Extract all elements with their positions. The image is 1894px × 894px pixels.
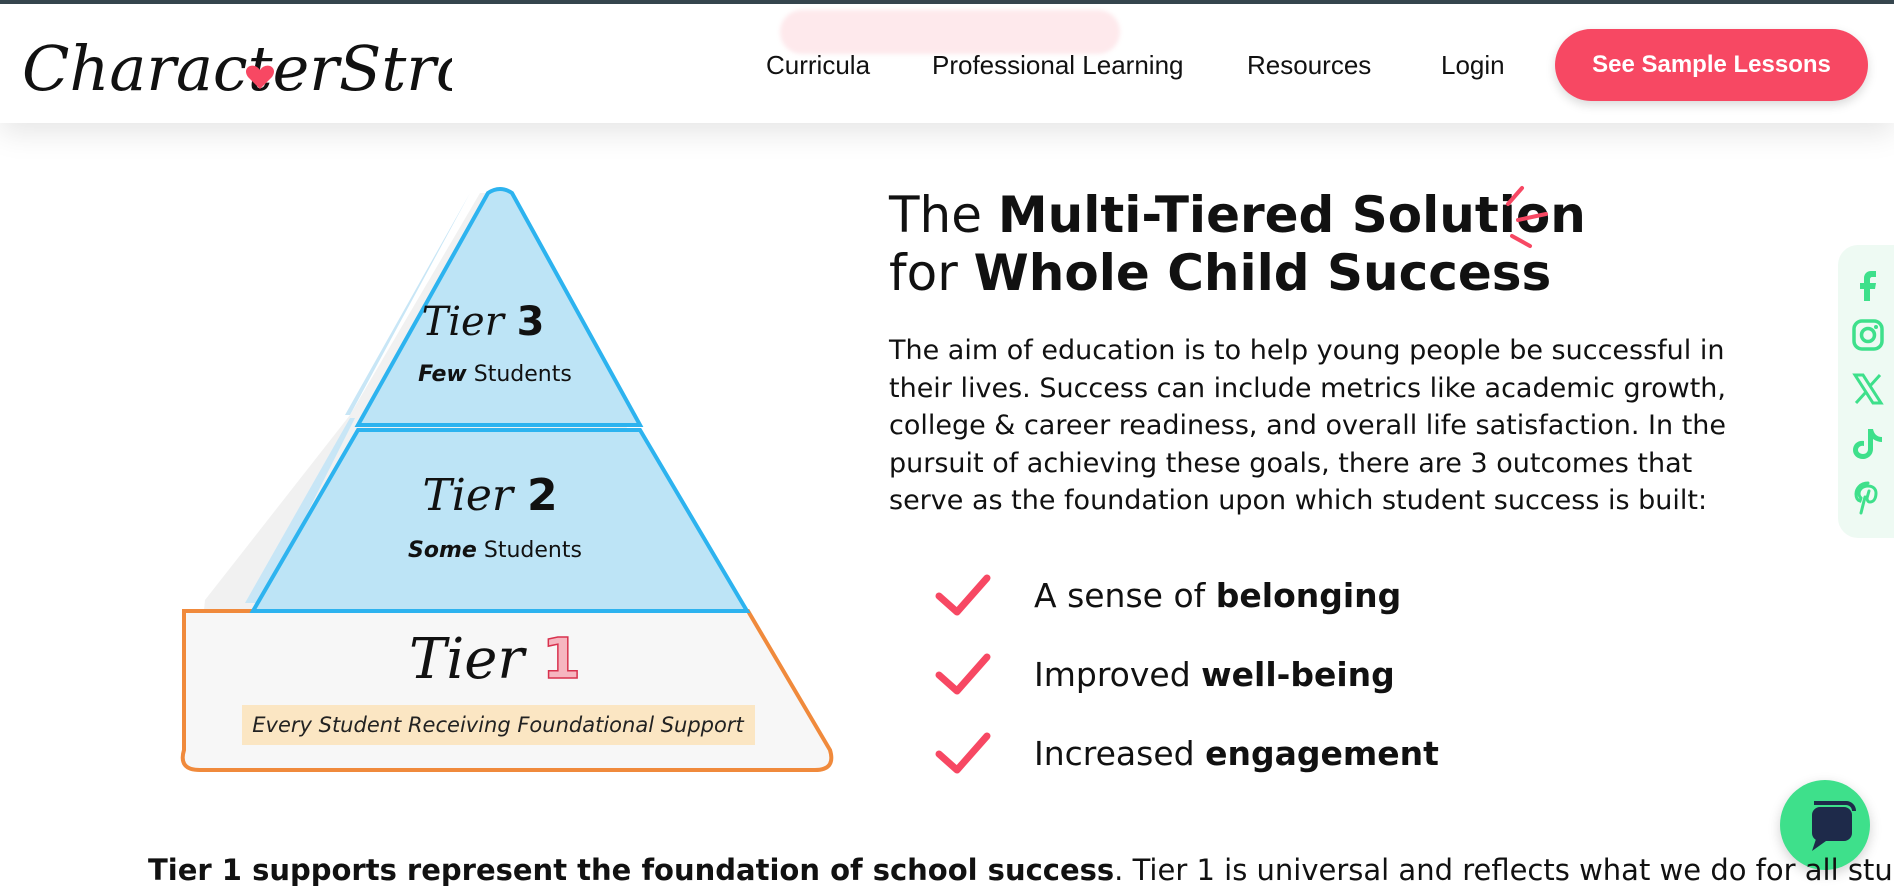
intro-paragraph: The aim of education is to help young pe… xyxy=(889,335,1727,516)
tier2-number: 2 xyxy=(527,470,558,521)
nav-login[interactable]: Login xyxy=(1441,50,1505,81)
nav-professional-learning[interactable]: Professional Learning xyxy=(932,50,1184,81)
tier3-number: 3 xyxy=(517,299,545,345)
facebook-icon[interactable] xyxy=(1850,265,1886,301)
tier3-script: Tier xyxy=(422,299,507,345)
outcome-plain: Increased xyxy=(1034,734,1206,773)
tier1-summary: Tier 1 supports represent the foundation… xyxy=(148,853,1894,887)
checkmark-icon xyxy=(935,732,991,774)
outcome-plain: A sense of xyxy=(1034,576,1216,615)
svg-text:Some Students: Some Students xyxy=(408,538,582,563)
tier2-emph: Some xyxy=(408,538,477,563)
tier3-rest: Students xyxy=(474,362,572,387)
tier2-rest: Students xyxy=(484,538,582,563)
heading-line2-plain: for xyxy=(889,244,974,302)
svg-text:Few Students: Few Students xyxy=(418,362,572,387)
svg-text:Tier 2: Tier 2 xyxy=(422,470,557,521)
site-header: CharacterStrong Curricula Professional L… xyxy=(0,4,1894,123)
x-icon[interactable] xyxy=(1850,371,1886,407)
nav-curricula[interactable]: Curricula xyxy=(766,50,870,81)
tier1-number: 1 xyxy=(542,627,581,692)
heading-line1-bold: Multi-Tiered Solution xyxy=(997,186,1586,244)
instagram-icon[interactable] xyxy=(1850,317,1886,353)
tier2-script: Tier xyxy=(422,470,515,521)
tier1-summary-rest: . Tier 1 is universal and reflects what … xyxy=(1114,853,1894,887)
tier-pyramid: Tier 3 Few Students Tier 2 Some Students… xyxy=(150,185,850,785)
nav-resources[interactable]: Resources xyxy=(1247,50,1371,81)
sparkle-icon xyxy=(1506,186,1548,248)
outcome-bold: belonging xyxy=(1215,576,1402,615)
header-decoration xyxy=(780,10,1120,54)
logo-wordmark: CharacterStrong xyxy=(22,32,452,105)
heading-line2-bold: Whole Child Success xyxy=(973,244,1552,302)
svg-text:Tier 3: Tier 3 xyxy=(422,299,545,345)
tiktok-icon[interactable] xyxy=(1850,425,1886,461)
outcome-bold: engagement xyxy=(1205,734,1439,773)
outcome-bold: well-being xyxy=(1201,655,1395,694)
tier1-banner-text: Every Student Receiving Foundational Sup… xyxy=(252,713,744,737)
tier1-script: Tier xyxy=(409,627,527,692)
svg-text:Tier 1: Tier 1 xyxy=(409,627,581,692)
checkmark-icon xyxy=(935,653,991,695)
social-sidebar xyxy=(1838,245,1894,538)
characterstrong-logo[interactable]: CharacterStrong xyxy=(22,18,553,114)
pinterest-icon[interactable] xyxy=(1850,479,1886,515)
heading-line1-plain: The xyxy=(889,186,998,244)
see-sample-lessons-button[interactable]: See Sample Lessons xyxy=(1555,29,1868,101)
outcome-plain: Improved xyxy=(1034,655,1202,694)
tier1-summary-bold: Tier 1 supports represent the foundation… xyxy=(148,853,1115,887)
checkmark-icon xyxy=(935,574,991,616)
tier3-emph: Few xyxy=(418,362,467,387)
